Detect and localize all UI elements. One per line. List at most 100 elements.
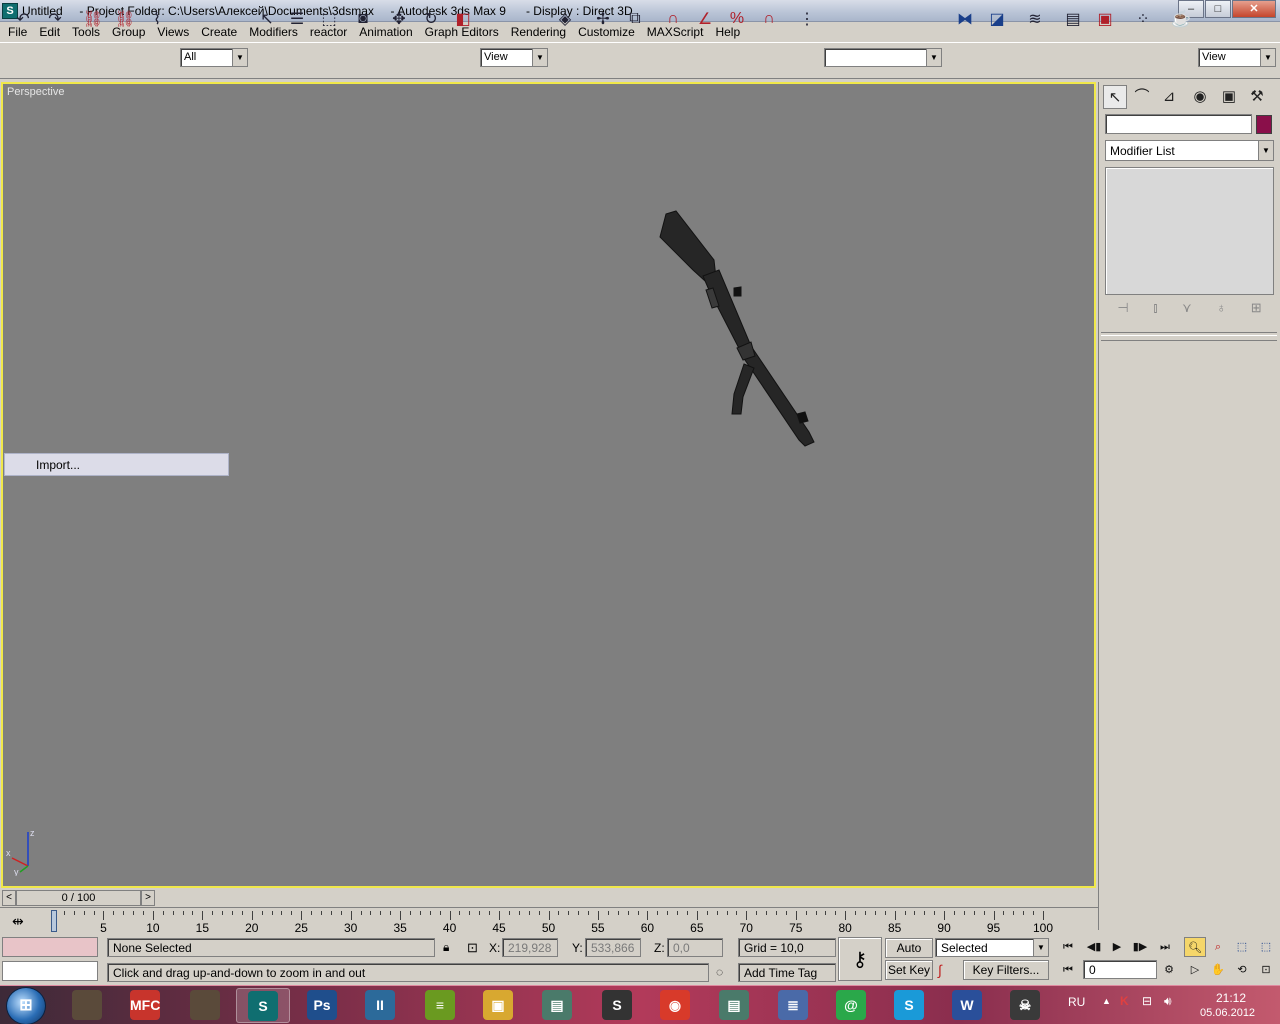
window-crossing-icon[interactable]: ◙: [350, 6, 376, 32]
zoom-extents-all-icon[interactable]: ⬚: [1255, 937, 1277, 957]
arc-rotate-icon[interactable]: ⟲: [1231, 960, 1253, 980]
maxscript-listener-mini[interactable]: [2, 937, 98, 957]
zoom-icon[interactable]: 🔍︎: [1184, 937, 1206, 957]
taskbar-item-window-app[interactable]: ▤: [530, 988, 584, 1023]
default-in-out-tangents-icon[interactable]: ∫: [938, 962, 942, 978]
configure-modifier-sets-icon[interactable]: ⊞: [1251, 300, 1262, 322]
select-and-link-icon[interactable]: ⛓: [80, 6, 106, 32]
maximize-viewport-icon[interactable]: ⊡: [1255, 960, 1277, 980]
pin-stack-icon[interactable]: ⊣: [1117, 300, 1128, 322]
antivirus-icon[interactable]: K: [1120, 994, 1129, 1008]
pivot-center-icon[interactable]: ◈: [552, 6, 578, 32]
time-slider-next-button[interactable]: >: [141, 890, 155, 906]
utilities-tab-icon[interactable]: ⚒: [1245, 85, 1269, 109]
taskbar-item-window-app-2[interactable]: ▤: [707, 988, 761, 1023]
absolute-mode-icon[interactable]: ⊡: [467, 940, 478, 956]
motion-tab-icon[interactable]: ◉: [1188, 85, 1212, 109]
set-key-mode-key-icon[interactable]: ⚷: [838, 937, 882, 981]
align-icon[interactable]: ◪: [984, 6, 1010, 32]
material-editor-icon[interactable]: ⁘: [1130, 6, 1156, 32]
rifle-model[interactable]: [3, 84, 1096, 888]
make-unique-icon[interactable]: ⋎: [1182, 300, 1192, 322]
taskbar-item-skype[interactable]: S: [882, 988, 936, 1023]
maxscript-input[interactable]: [2, 961, 98, 981]
network-icon[interactable]: ⊟: [1142, 994, 1152, 1008]
z-coordinate-field[interactable]: 0,0: [667, 938, 723, 957]
open-mini-curve-editor-icon[interactable]: ⇹: [12, 913, 24, 930]
remove-modifier-icon[interactable]: ♁: [1216, 300, 1226, 322]
taskbar-item-photo-2[interactable]: [178, 988, 232, 1023]
key-filters-button[interactable]: Key Filters...: [963, 960, 1049, 980]
modifier-stack[interactable]: [1105, 167, 1274, 295]
select-and-move-icon[interactable]: ✥: [386, 6, 412, 32]
current-frame-indicator[interactable]: [51, 910, 57, 932]
taskbar-item-app-green[interactable]: ≡: [413, 988, 467, 1023]
mirror-icon[interactable]: ⧓: [952, 6, 978, 32]
set-key-button[interactable]: Set Key: [885, 960, 933, 980]
go-to-start-icon[interactable]: ⏮: [1057, 937, 1079, 957]
percent-snap-icon[interactable]: %: [724, 6, 750, 32]
undo-icon[interactable]: ↶: [10, 6, 36, 32]
current-frame-field[interactable]: 0: [1083, 960, 1157, 979]
angle-snap-icon[interactable]: ∠: [692, 6, 718, 32]
taskbar-item-app-stack[interactable]: ≣: [766, 988, 820, 1023]
unlink-selection-icon[interactable]: ⛓: [112, 6, 138, 32]
show-end-result-icon[interactable]: ⫾: [1153, 300, 1157, 322]
modifier-list-dropdown[interactable]: Modifier List ▼: [1105, 140, 1274, 161]
perspective-viewport[interactable]: Perspective Import... z x y: [1, 82, 1096, 888]
curve-editor-icon[interactable]: ▤: [1060, 6, 1086, 32]
x-coordinate-field[interactable]: 219,928: [502, 938, 558, 957]
select-and-manipulate-icon[interactable]: ✢: [590, 6, 616, 32]
select-by-name-icon[interactable]: ☰: [284, 6, 310, 32]
schematic-view-icon[interactable]: ▣: [1092, 6, 1118, 32]
auto-key-button[interactable]: Auto Key: [885, 938, 933, 973]
layer-manager-icon[interactable]: ≋: [1022, 6, 1048, 32]
import-menu-item[interactable]: Import...: [36, 458, 80, 472]
time-configuration-icon[interactable]: ⚙: [1158, 960, 1180, 980]
taskbar-item-3dsmax[interactable]: S: [236, 988, 290, 1023]
clock-date[interactable]: 05.06.2012: [1200, 1007, 1255, 1019]
key-selection-dropdown[interactable]: Selected ▼: [935, 938, 1049, 957]
hierarchy-tab-icon[interactable]: ⊿: [1157, 85, 1181, 109]
key-mode-toggle-icon[interactable]: ⏮: [1057, 960, 1079, 980]
redo-icon[interactable]: ↷: [42, 6, 68, 32]
keyboard-shortcut-override-icon[interactable]: ⧉: [622, 6, 648, 32]
spinner-snap-icon[interactable]: ∩: [756, 6, 782, 32]
object-color-swatch[interactable]: [1256, 115, 1272, 134]
menu-create[interactable]: Create: [195, 22, 243, 41]
snaps-toggle-icon[interactable]: ∩: [660, 6, 686, 32]
add-time-tag-button[interactable]: Add Time Tag: [738, 963, 836, 982]
taskbar-item-mfc-app[interactable]: MFC: [118, 988, 172, 1023]
taskbar-item-photoshop[interactable]: Ps: [295, 988, 349, 1023]
close-button[interactable]: ✕: [1232, 0, 1276, 18]
time-slider-thumb[interactable]: 0 / 100: [16, 890, 141, 906]
show-hidden-icons-icon[interactable]: ▲: [1102, 996, 1111, 1006]
time-slider-prev-button[interactable]: <: [2, 890, 16, 906]
selection-filter-dropdown[interactable]: All ▼: [180, 48, 248, 67]
next-frame-icon[interactable]: ▮▶: [1129, 937, 1151, 957]
maximize-button[interactable]: □: [1205, 0, 1231, 18]
taskbar-item-app-s[interactable]: S: [590, 988, 644, 1023]
play-icon[interactable]: ▶: [1106, 937, 1128, 957]
named-selection-dropdown[interactable]: ▼: [824, 48, 942, 67]
render-type-dropdown[interactable]: View ▼: [1198, 48, 1276, 67]
field-of-view-icon[interactable]: ▷: [1184, 960, 1206, 980]
reference-coordinate-dropdown[interactable]: View ▼: [480, 48, 548, 67]
zoom-all-icon[interactable]: ⌕: [1207, 937, 1229, 957]
taskbar-item-photo-1[interactable]: [60, 988, 114, 1023]
display-tab-icon[interactable]: ▣: [1217, 85, 1241, 109]
select-and-rotate-icon[interactable]: ↻: [418, 6, 444, 32]
create-tab-icon[interactable]: ↖: [1103, 85, 1127, 109]
edit-named-selection-icon[interactable]: ⋮: [794, 6, 820, 32]
language-indicator[interactable]: RU: [1068, 995, 1085, 1009]
pan-view-icon[interactable]: ✋: [1207, 960, 1229, 980]
taskbar-item-folder[interactable]: ▣: [471, 988, 525, 1023]
taskbar-item-mail-agent[interactable]: @: [824, 988, 878, 1023]
rectangular-selection-icon[interactable]: ⬚: [316, 6, 342, 32]
track-bar[interactable]: ⇹ 05101520253035404550556065707580859095…: [0, 907, 1098, 935]
taskbar-item-chrome[interactable]: ◉: [648, 988, 702, 1023]
zoom-extents-icon[interactable]: ⬚: [1231, 937, 1253, 957]
taskbar-item-skull-app[interactable]: ☠: [998, 988, 1052, 1023]
previous-frame-icon[interactable]: ◀▮: [1083, 937, 1105, 957]
object-name-field[interactable]: [1105, 114, 1252, 134]
